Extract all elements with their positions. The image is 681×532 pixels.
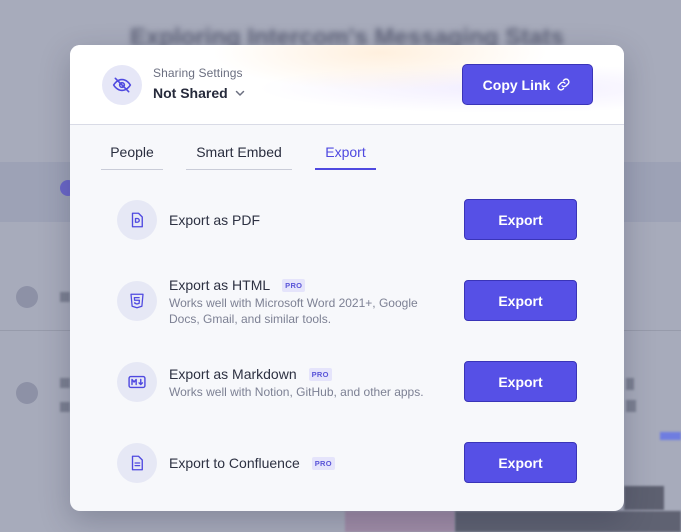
background-bar (626, 400, 636, 412)
sharing-settings-caption: Sharing Settings (153, 66, 243, 80)
tab-export[interactable]: Export (315, 137, 376, 170)
pro-badge: PRO (282, 278, 306, 292)
background-bar (660, 432, 681, 440)
tab-people[interactable]: People (101, 137, 163, 170)
background-avatar (16, 286, 38, 308)
export-option-title-text: Export as PDF (169, 212, 261, 228)
export-option-title-text: Export to Confluence (169, 455, 300, 471)
export-confluence-button[interactable]: Export (464, 442, 577, 483)
pdf-icon-wrap (117, 200, 157, 240)
export-option-title: Export as HTML PRO (169, 277, 306, 293)
export-option-title-text: Export as HTML (169, 277, 271, 293)
background-bar (60, 292, 70, 302)
share-export-modal: Sharing Settings Not Shared Copy Link Pe… (70, 45, 624, 511)
background-bar (624, 486, 664, 510)
export-option-title: Export as PDF (169, 212, 260, 228)
export-option-html: Export as HTML PRO Works well with Micro… (117, 277, 577, 326)
export-button-label: Export (498, 454, 543, 471)
sharing-state-label: Not Shared (153, 85, 228, 101)
export-option-title: Export to Confluence PRO (169, 455, 335, 471)
sharing-state-dropdown[interactable]: Not Shared (153, 85, 246, 101)
copy-link-label: Copy Link (482, 76, 551, 93)
pro-badge: PRO (308, 367, 332, 381)
background-bar (60, 378, 70, 388)
export-markdown-button[interactable]: Export (464, 361, 577, 402)
html5-icon (130, 293, 144, 309)
confluence-icon-wrap (117, 443, 157, 483)
background-bar (455, 511, 681, 532)
background-bar (345, 511, 455, 532)
sharing-status-icon-wrap (102, 65, 142, 105)
tab-label: Smart Embed (196, 144, 282, 160)
export-option-description: Works well with Microsoft Word 2021+, Go… (169, 296, 418, 326)
markdown-icon-wrap (117, 362, 157, 402)
export-button-label: Export (498, 211, 543, 228)
background-bar (60, 402, 70, 412)
pdf-file-icon (131, 212, 143, 228)
export-html-button[interactable]: Export (464, 280, 577, 321)
modal-header: Sharing Settings Not Shared Copy Link (70, 45, 624, 125)
tab-label: People (110, 144, 154, 160)
chevron-down-icon (235, 90, 244, 96)
background-bar (626, 378, 634, 390)
export-option-pdf: Export as PDF Export (117, 199, 577, 241)
export-pdf-button[interactable]: Export (464, 199, 577, 240)
export-option-description: Works well with Notion, GitHub, and othe… (169, 385, 424, 399)
export-option-title-text: Export as Markdown (169, 366, 297, 382)
export-option-title: Export as Markdown PRO (169, 366, 332, 382)
export-option-markdown: Export as Markdown PRO Works well with N… (117, 361, 577, 403)
export-option-confluence: Export to Confluence PRO Export (117, 442, 577, 484)
export-button-label: Export (498, 292, 543, 309)
markdown-icon (128, 375, 146, 389)
link-icon (557, 78, 570, 91)
copy-link-button[interactable]: Copy Link (462, 64, 593, 105)
pro-badge: PRO (311, 456, 335, 470)
sharing-settings: Sharing Settings Not Shared (153, 66, 246, 101)
document-icon (131, 455, 143, 471)
tab-smart-embed[interactable]: Smart Embed (186, 137, 292, 170)
background-avatar (16, 382, 38, 404)
html-icon-wrap (117, 281, 157, 321)
tab-label: Export (325, 144, 366, 160)
export-button-label: Export (498, 373, 543, 390)
eye-off-icon (112, 77, 132, 93)
